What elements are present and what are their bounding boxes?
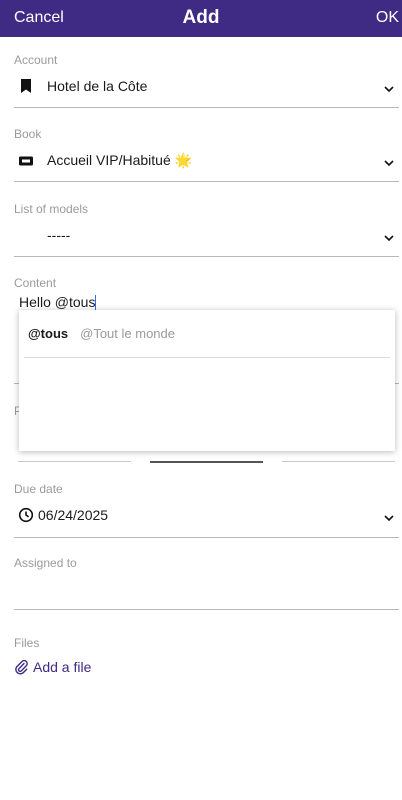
models-value: ----- (47, 227, 71, 243)
chevron-down-icon (383, 82, 395, 94)
divider (14, 537, 399, 538)
assigned-label: Assigned to (14, 556, 77, 570)
segment-tab-1[interactable] (18, 461, 131, 462)
divider (14, 181, 399, 182)
navbar: Cancel Add OK (0, 0, 402, 37)
chevron-down-icon (383, 156, 395, 168)
models-label: List of models (14, 202, 89, 216)
book-field[interactable]: Book Accueil VIP/Habitué 🌟 (14, 127, 399, 182)
files-field: Files Add a file (14, 636, 399, 680)
bookmark-icon (18, 78, 34, 94)
ok-button[interactable]: OK (376, 9, 399, 27)
due-date-label: Due date (14, 482, 63, 496)
account-field[interactable]: Account Hotel de la Côte (14, 53, 399, 108)
mention-popup: @tous @Tout le monde (19, 310, 395, 451)
chevron-down-icon (383, 231, 395, 243)
add-file-label: Add a file (33, 659, 92, 675)
divider (14, 609, 399, 610)
files-label: Files (14, 636, 40, 650)
mention-handle: @tous (28, 326, 69, 341)
page-title: Add (182, 7, 220, 28)
mention-name: @Tout le monde (80, 326, 175, 341)
mention-item[interactable]: @tous @Tout le monde (28, 326, 175, 341)
text-caret (95, 294, 97, 310)
divider (24, 357, 390, 358)
due-date-value: 06/24/2025 (38, 507, 109, 523)
book-value: Accueil VIP/Habitué 🌟 (47, 152, 193, 168)
content-label: Content (14, 276, 57, 290)
paperclip-icon (14, 659, 28, 675)
chevron-down-icon (383, 511, 395, 523)
assigned-field[interactable]: Assigned to (14, 556, 399, 610)
divider (14, 256, 399, 257)
content-input[interactable]: Hello @tous (19, 294, 399, 310)
due-date-field[interactable]: Due date 06/24/2025 (14, 482, 399, 538)
content-text: Hello @tous (19, 294, 96, 310)
add-file-button[interactable]: Add a file (14, 659, 399, 675)
book-label: Book (14, 127, 42, 141)
ticket-icon (18, 153, 34, 169)
account-label: Account (14, 53, 58, 67)
account-value: Hotel de la Côte (47, 78, 148, 94)
segment-tab-3[interactable] (282, 461, 395, 462)
models-field[interactable]: List of models ----- (14, 202, 399, 257)
clock-icon (18, 507, 34, 523)
divider (14, 107, 399, 108)
segment-tab-2[interactable] (150, 461, 263, 463)
